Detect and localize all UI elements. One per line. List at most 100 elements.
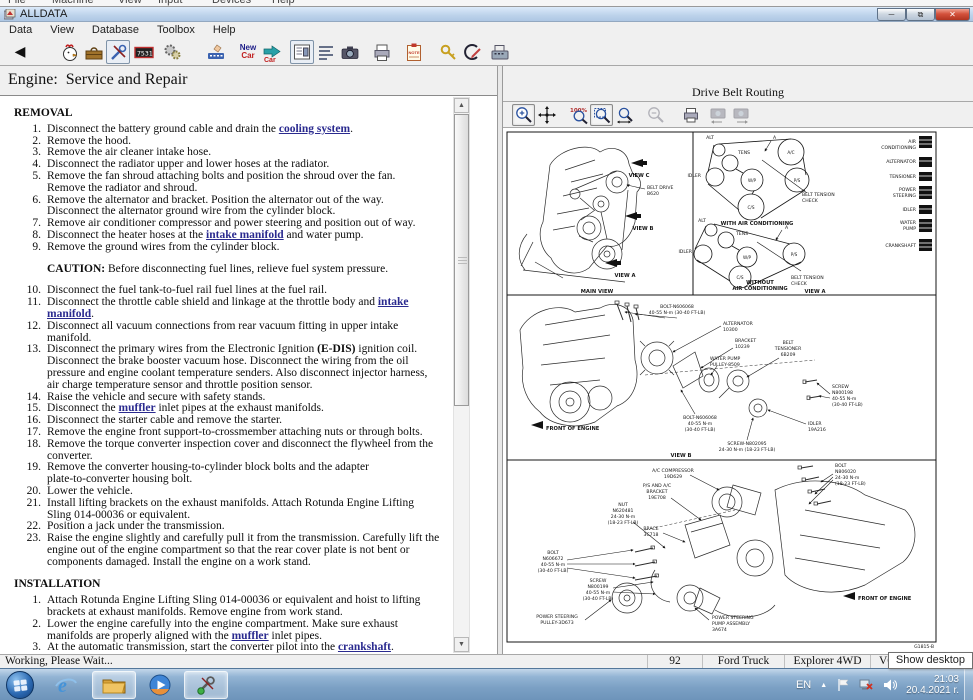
host-menu-help[interactable]: Help: [272, 0, 295, 6]
doc-link[interactable]: muffler: [232, 630, 269, 642]
svg-text:A/C COMPRESSOR19D629: A/C COMPRESSOR19D629: [652, 468, 694, 480]
svg-text:BELT DRIVEB620: BELT DRIVEB620: [647, 185, 673, 197]
host-menu-file[interactable]: File: [8, 0, 26, 6]
svg-text:TENS: TENS: [737, 150, 750, 156]
svg-text:WATER PUMPPULLEY-8509: WATER PUMPPULLEY-8509: [710, 356, 741, 368]
volume-icon[interactable]: [883, 678, 897, 692]
start-button[interactable]: [6, 671, 34, 699]
zoom-in-icon: [514, 105, 534, 125]
host-menu-view[interactable]: View: [118, 0, 142, 6]
language-indicator[interactable]: EN: [796, 679, 811, 691]
pan-icon: [537, 105, 557, 125]
host-menu-machine[interactable]: Machine: [52, 0, 94, 6]
svg-text:BOLTN60667240-55 N-m(30-40 FT-: BOLTN60667240-55 N-m(30-40 FT-LB): [538, 550, 569, 574]
minimize-button[interactable]: ─: [877, 8, 906, 21]
title-bar: ALLDATA ─ ⧉ ✕: [0, 7, 973, 22]
vertical-scrollbar[interactable]: ▲ ▼: [453, 97, 470, 653]
hidden-icons-button[interactable]: ▲: [820, 682, 827, 689]
repair-tools-button[interactable]: [106, 40, 130, 64]
procedure-step: 23.Raise the engine slightly and careful…: [14, 533, 446, 568]
menu-help[interactable]: Help: [204, 23, 245, 37]
toolbox-button[interactable]: [82, 40, 106, 64]
fax-button[interactable]: [488, 40, 512, 64]
procedure-step: 13.Disconnect the primary wires from the…: [14, 344, 446, 391]
svg-text:SCREWN80019840-55 N-m(30-40 FT: SCREWN80019840-55 N-m(30-40 FT-LB): [832, 384, 863, 408]
svg-text:W/P: W/P: [748, 178, 757, 183]
taskbar-explorer-button[interactable]: [92, 671, 136, 699]
close-button[interactable]: ✕: [935, 8, 970, 21]
action-center-flag-icon[interactable]: [836, 678, 850, 692]
alldata-taskbar-icon: [194, 673, 218, 697]
svg-text:ALTERNATOR10300: ALTERNATOR10300: [723, 321, 754, 333]
svg-text:VIEW A: VIEW A: [804, 289, 825, 295]
restore-button[interactable]: ⧉: [906, 8, 935, 21]
key-icon: [437, 41, 459, 63]
windows-logo-icon: [13, 679, 27, 692]
pan-button[interactable]: [535, 104, 558, 126]
svg-text:e: e: [58, 675, 67, 697]
media-player-icon: [148, 673, 172, 697]
odometer-button[interactable]: 7531: [132, 40, 156, 64]
back-button[interactable]: ◀: [8, 40, 32, 64]
host-menu-input[interactable]: Input: [158, 0, 182, 6]
zoom-width-icon: [615, 105, 635, 125]
status-model: Explorer 4WD: [784, 655, 870, 669]
doc-link[interactable]: intake manifold: [206, 229, 284, 241]
image-print-button[interactable]: [679, 104, 702, 126]
scroll-thumb[interactable]: [454, 114, 469, 406]
system-tray: EN ▲ 21:03 20.4.2021 r.: [796, 669, 959, 700]
svg-text:VIEW B: VIEW B: [671, 453, 692, 459]
data-entry-button[interactable]: [204, 40, 228, 64]
svg-text:BOLTN80602024-30 N-m(18-23 FT-: BOLTN80602024-30 N-m(18-23 FT-LB): [835, 463, 866, 487]
taskbar-alldata-button[interactable]: [184, 671, 228, 699]
doc-link[interactable]: crankshaft: [338, 641, 391, 653]
key-button[interactable]: [436, 40, 460, 64]
zoom-in-button[interactable]: [512, 104, 535, 126]
doc-link[interactable]: muffler: [119, 402, 156, 414]
images-button[interactable]: [338, 40, 362, 64]
host-menu-strip: File Machine View Input Devices Help: [0, 0, 973, 7]
zoom-100-button[interactable]: 100%: [567, 104, 590, 126]
new-car-button[interactable]: NewCar: [236, 40, 260, 64]
menu-database[interactable]: Database: [83, 23, 148, 37]
svg-text:BOLT-N60606840-55 N-m(30-40 FT: BOLT-N60606840-55 N-m(30-40 FT-LB): [683, 415, 717, 433]
svg-text:7531: 7531: [137, 49, 153, 57]
print-button[interactable]: [370, 40, 394, 64]
clock[interactable]: 21:03 20.4.2021 r.: [906, 674, 959, 696]
taskbar-wmp-button[interactable]: [138, 671, 182, 699]
menu-view[interactable]: View: [41, 23, 83, 37]
frame-view-button[interactable]: [290, 40, 314, 64]
notes-button[interactable]: NOTE: [402, 40, 426, 64]
procedure-step: 3.At the automatic transmission, start t…: [14, 642, 446, 654]
scroll-down-button[interactable]: ▼: [454, 637, 469, 652]
zoom-fit-button[interactable]: [590, 104, 613, 126]
clock-time: 21:03: [906, 674, 959, 685]
taskbar-ie-button[interactable]: e: [44, 671, 88, 699]
zoom-width-button[interactable]: [613, 104, 636, 126]
show-desktop-button[interactable]: [964, 669, 973, 700]
svg-text:FRONT OF ENGINE: FRONT OF ENGINE: [546, 426, 600, 432]
car-return-button[interactable]: Car: [260, 40, 284, 64]
network-status-icon[interactable]: [859, 678, 874, 692]
svg-text:POWER STEERINGPULLEY-3D673: POWER STEERINGPULLEY-3D673: [536, 614, 578, 626]
text-view-button[interactable]: [314, 40, 338, 64]
menu-data[interactable]: Data: [0, 23, 41, 37]
mascot-icon: [59, 41, 81, 63]
mascot-button[interactable]: [58, 40, 82, 64]
folder-icon: [101, 674, 127, 696]
prev-image-button[interactable]: [706, 104, 729, 126]
svg-text:P/S: P/S: [794, 178, 801, 183]
doc-link[interactable]: manifold: [47, 308, 91, 320]
zoom-out-button[interactable]: [644, 104, 667, 126]
svg-text:SCREWN80019940-55 N-m(30-40 FT: SCREWN80019940-55 N-m(30-40 FT-LB): [583, 578, 614, 602]
host-menu-devices[interactable]: Devices: [212, 0, 251, 6]
next-image-button[interactable]: [729, 104, 752, 126]
toolbar: ◀ 7531: [0, 38, 973, 66]
edit-button[interactable]: [460, 40, 484, 64]
gears-button[interactable]: [160, 40, 184, 64]
doc-link[interactable]: intake: [378, 296, 409, 308]
doc-link[interactable]: cooling system: [279, 123, 350, 135]
status-message: Working, Please Wait...: [5, 655, 113, 667]
scroll-up-button[interactable]: ▲: [454, 98, 469, 113]
menu-toolbox[interactable]: Toolbox: [148, 23, 204, 37]
